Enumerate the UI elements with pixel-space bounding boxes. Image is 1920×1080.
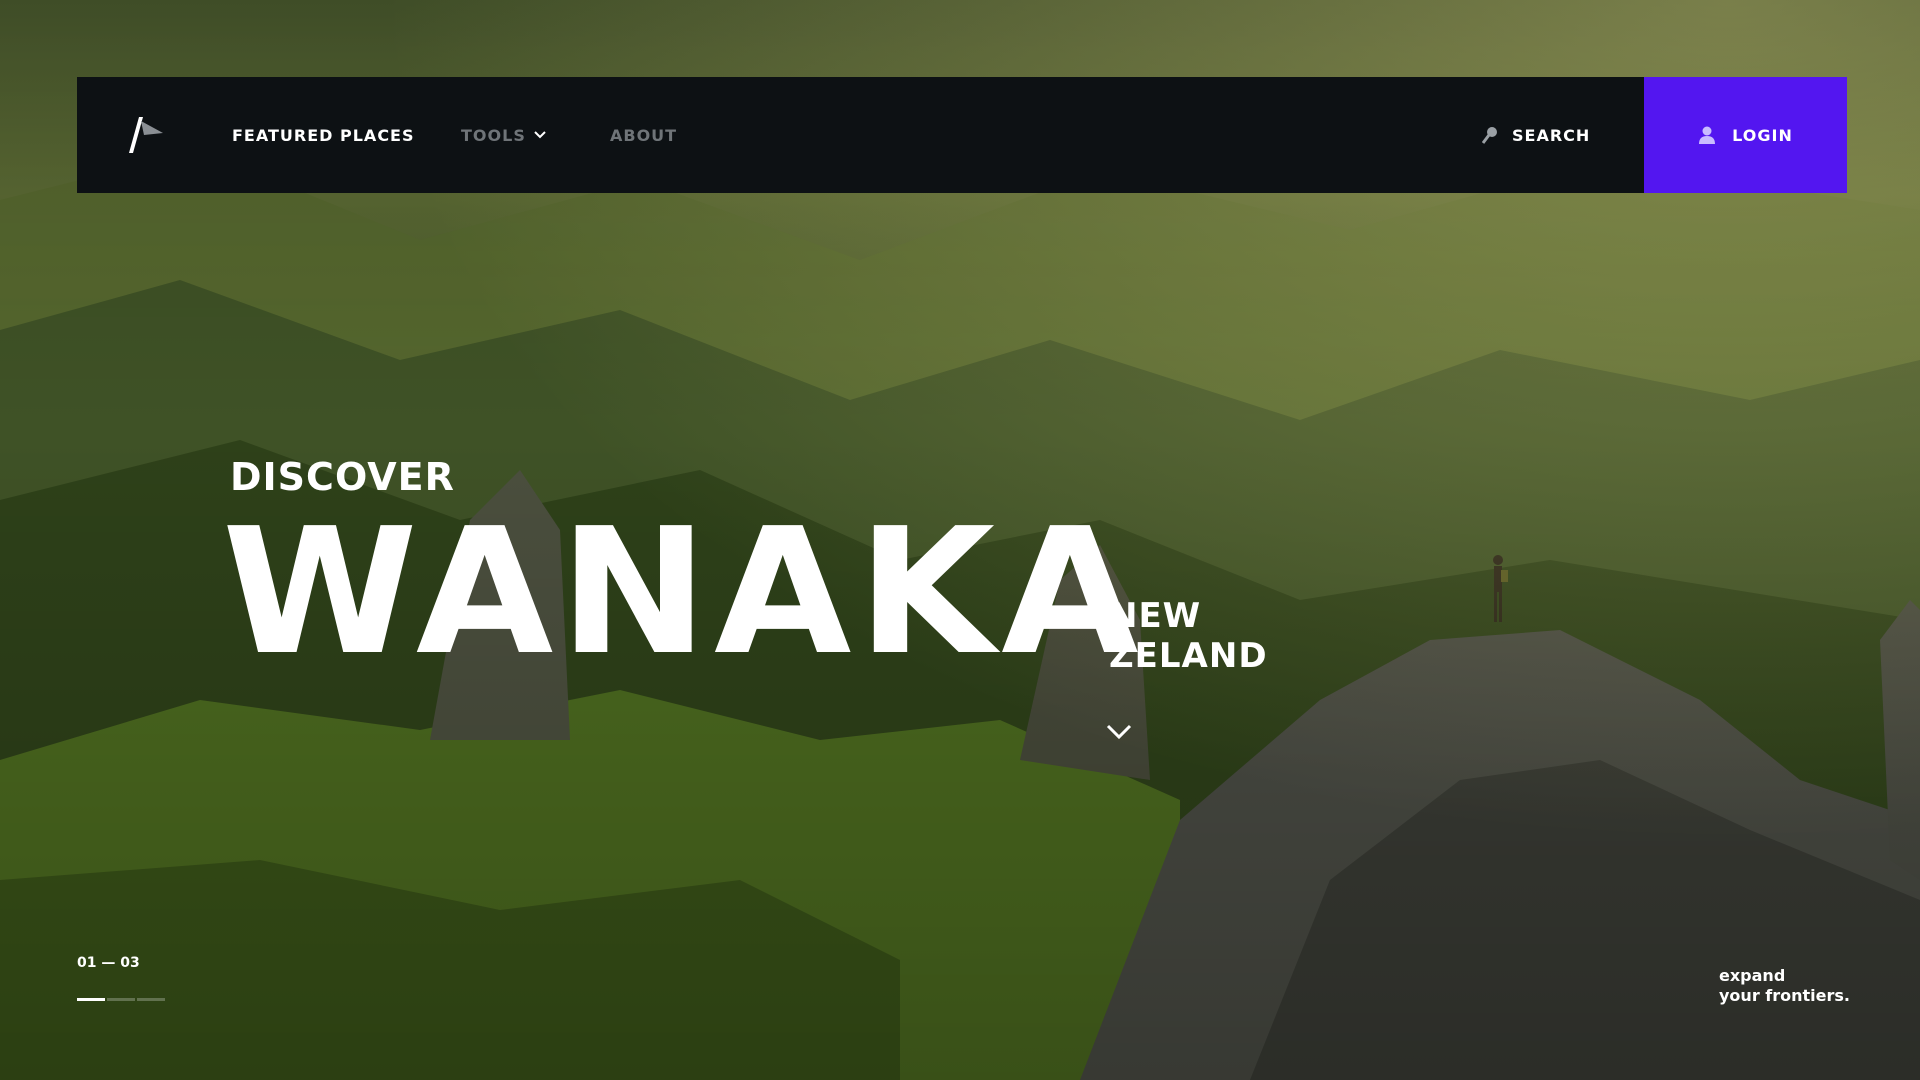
nav-tools-label: TOOLS [461,125,526,145]
hero-country-line1: NEW [1109,596,1202,636]
search-icon [1482,127,1497,144]
login-label: LOGIN [1732,125,1793,145]
nav-about[interactable]: ABOUT [610,77,677,193]
search-button[interactable]: SEARCH [1482,77,1590,193]
login-button[interactable]: LOGIN [1644,77,1847,193]
tagline-line2: your frontiers. [1719,986,1850,1005]
slide-counter: 01 — 03 [77,955,140,971]
slide-dot-1[interactable] [77,998,105,1001]
slide-dot-3[interactable] [137,998,165,1001]
tagline-line1: expand [1719,966,1786,985]
hero-title: WANAKA [222,491,1145,694]
chevron-down-icon[interactable] [1104,720,1134,744]
slide-indicator [77,998,167,1001]
nav-featured-label: FEATURED PLACES [232,125,415,145]
nav-tools-dropdown[interactable]: TOOLS [461,77,546,193]
arrow-flag-logo-icon[interactable] [125,115,165,155]
hero-country: NEW ZELAND [1109,596,1268,676]
tagline: expand your frontiers. [1719,966,1850,1006]
nav-about-label: ABOUT [610,125,678,145]
top-navbar: FEATURED PLACES TOOLS ABOUT SEARCH LOGIN [77,77,1847,193]
search-label: SEARCH [1512,125,1591,145]
slide-dot-2[interactable] [107,998,135,1001]
chevron-down-icon [534,131,546,139]
user-icon [1699,126,1716,144]
hero-country-line2: ZELAND [1109,636,1268,676]
nav-featured-places[interactable]: FEATURED PLACES [232,77,415,193]
